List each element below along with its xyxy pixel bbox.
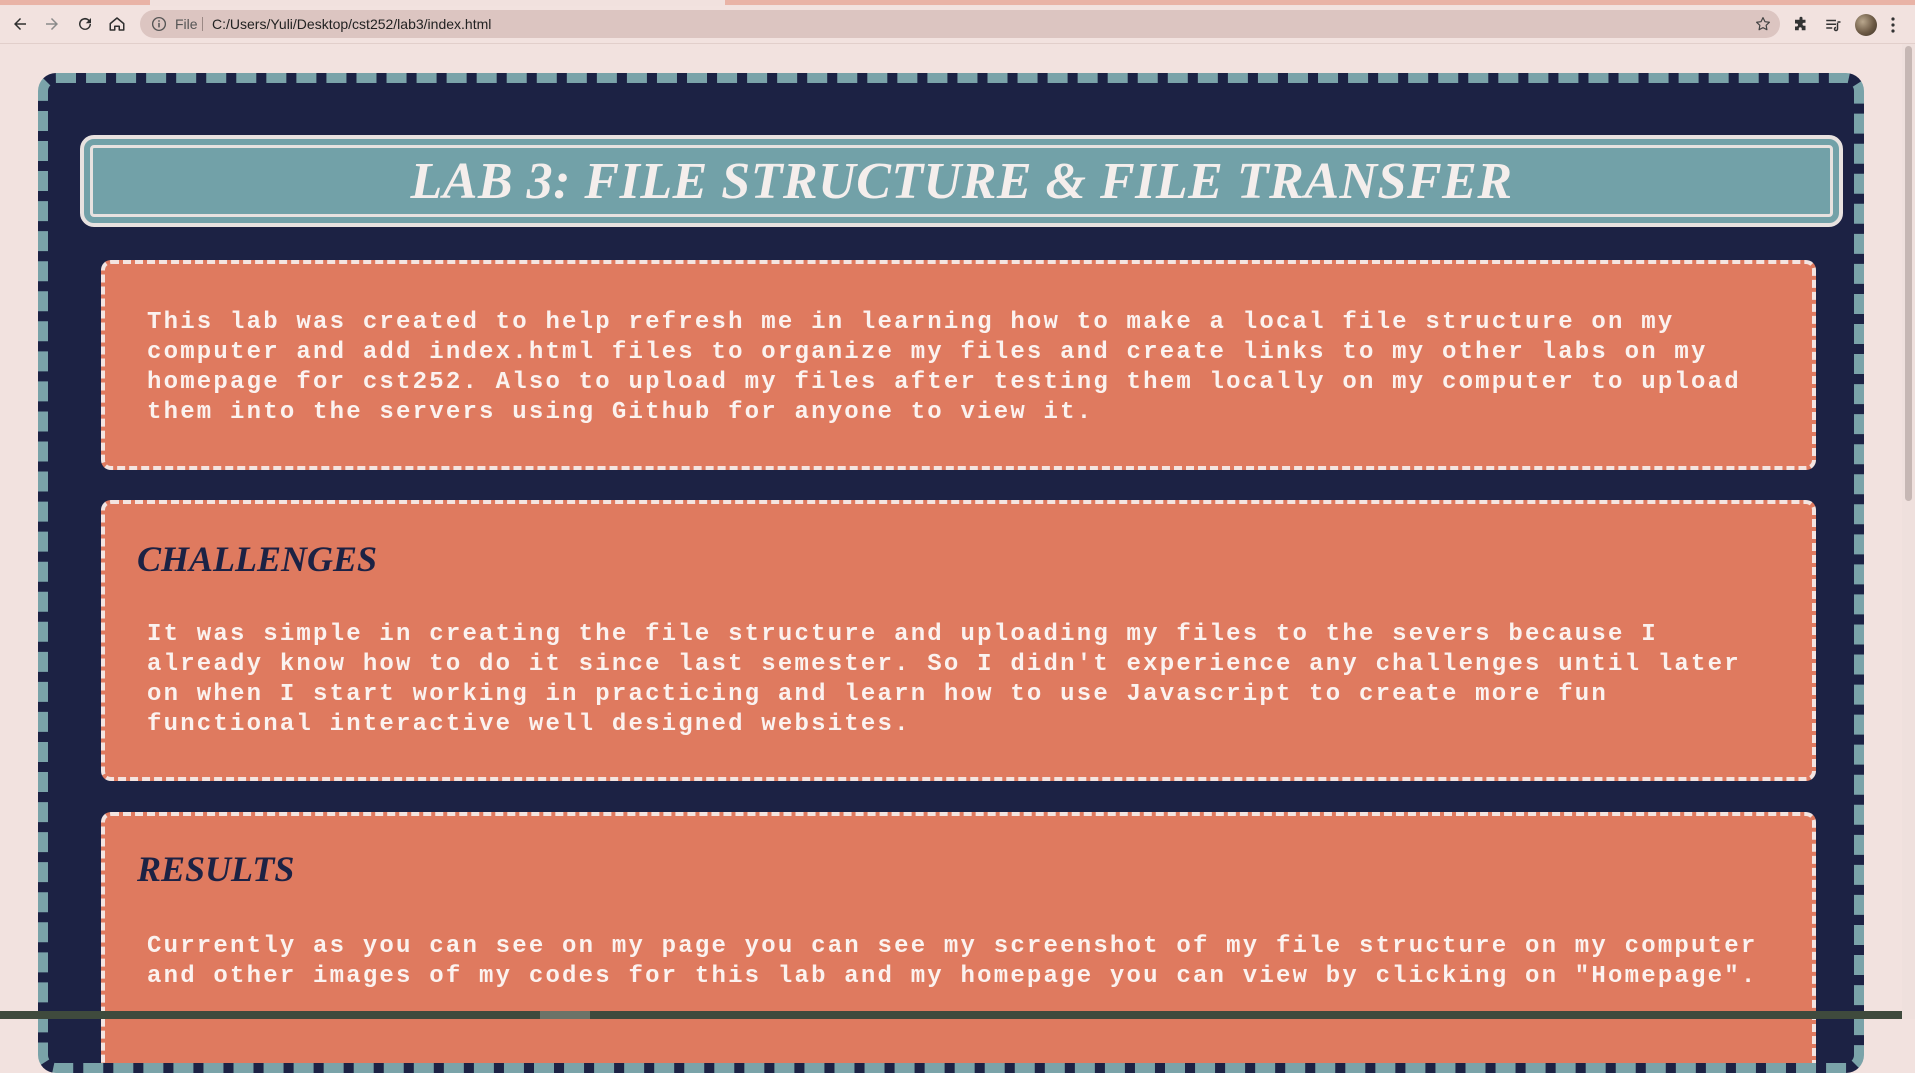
scheme-label: File [175,16,198,32]
address-bar[interactable]: File C:/Users/Yuli/Desktop/cst252/lab3/i… [140,10,1780,38]
profile-avatar[interactable] [1855,14,1877,36]
bottom-bar-segment [540,1011,590,1019]
home-icon[interactable] [103,10,131,38]
vertical-scrollbar[interactable] [1902,44,1915,1019]
tab-edge [0,0,150,5]
extensions-icon[interactable] [1792,16,1810,34]
title-banner: LAB 3: FILE STRUCTURE & FILE TRANSFER [80,135,1843,227]
results-section: RESULTS Currently as you can see on my p… [101,812,1816,1063]
page-title: LAB 3: FILE STRUCTURE & FILE TRANSFER [410,152,1513,210]
url-text[interactable]: C:/Users/Yuli/Desktop/cst252/lab3/index.… [212,10,491,38]
intro-text: This lab was created to help refresh me … [147,309,1741,426]
results-heading: RESULTS [137,849,295,889]
challenges-heading: CHALLENGES [137,539,378,579]
title-banner-inner: LAB 3: FILE STRUCTURE & FILE TRANSFER [90,145,1833,217]
scrollbar-thumb[interactable] [1905,46,1912,501]
forward-icon[interactable] [38,10,66,38]
results-text: Currently as you can see on my page you … [147,933,1758,990]
menu-icon[interactable] [1890,16,1896,34]
browser-toolbar: File C:/Users/Yuli/Desktop/cst252/lab3/i… [0,6,1915,44]
bottom-bar [0,1011,1902,1019]
content-card: LAB 3: FILE STRUCTURE & FILE TRANSFER Th… [38,73,1864,1073]
reading-list-icon[interactable] [1824,16,1842,34]
challenges-text: It was simple in creating the file struc… [147,621,1741,738]
star-icon[interactable] [1754,15,1772,33]
info-icon[interactable] [150,15,168,33]
intro-section: This lab was created to help refresh me … [101,260,1816,470]
tab-edge [725,0,1915,5]
challenges-section: CHALLENGES It was simple in creating the… [101,500,1816,781]
address-separator [202,17,203,31]
back-icon[interactable] [6,10,34,38]
reload-icon[interactable] [71,10,99,38]
